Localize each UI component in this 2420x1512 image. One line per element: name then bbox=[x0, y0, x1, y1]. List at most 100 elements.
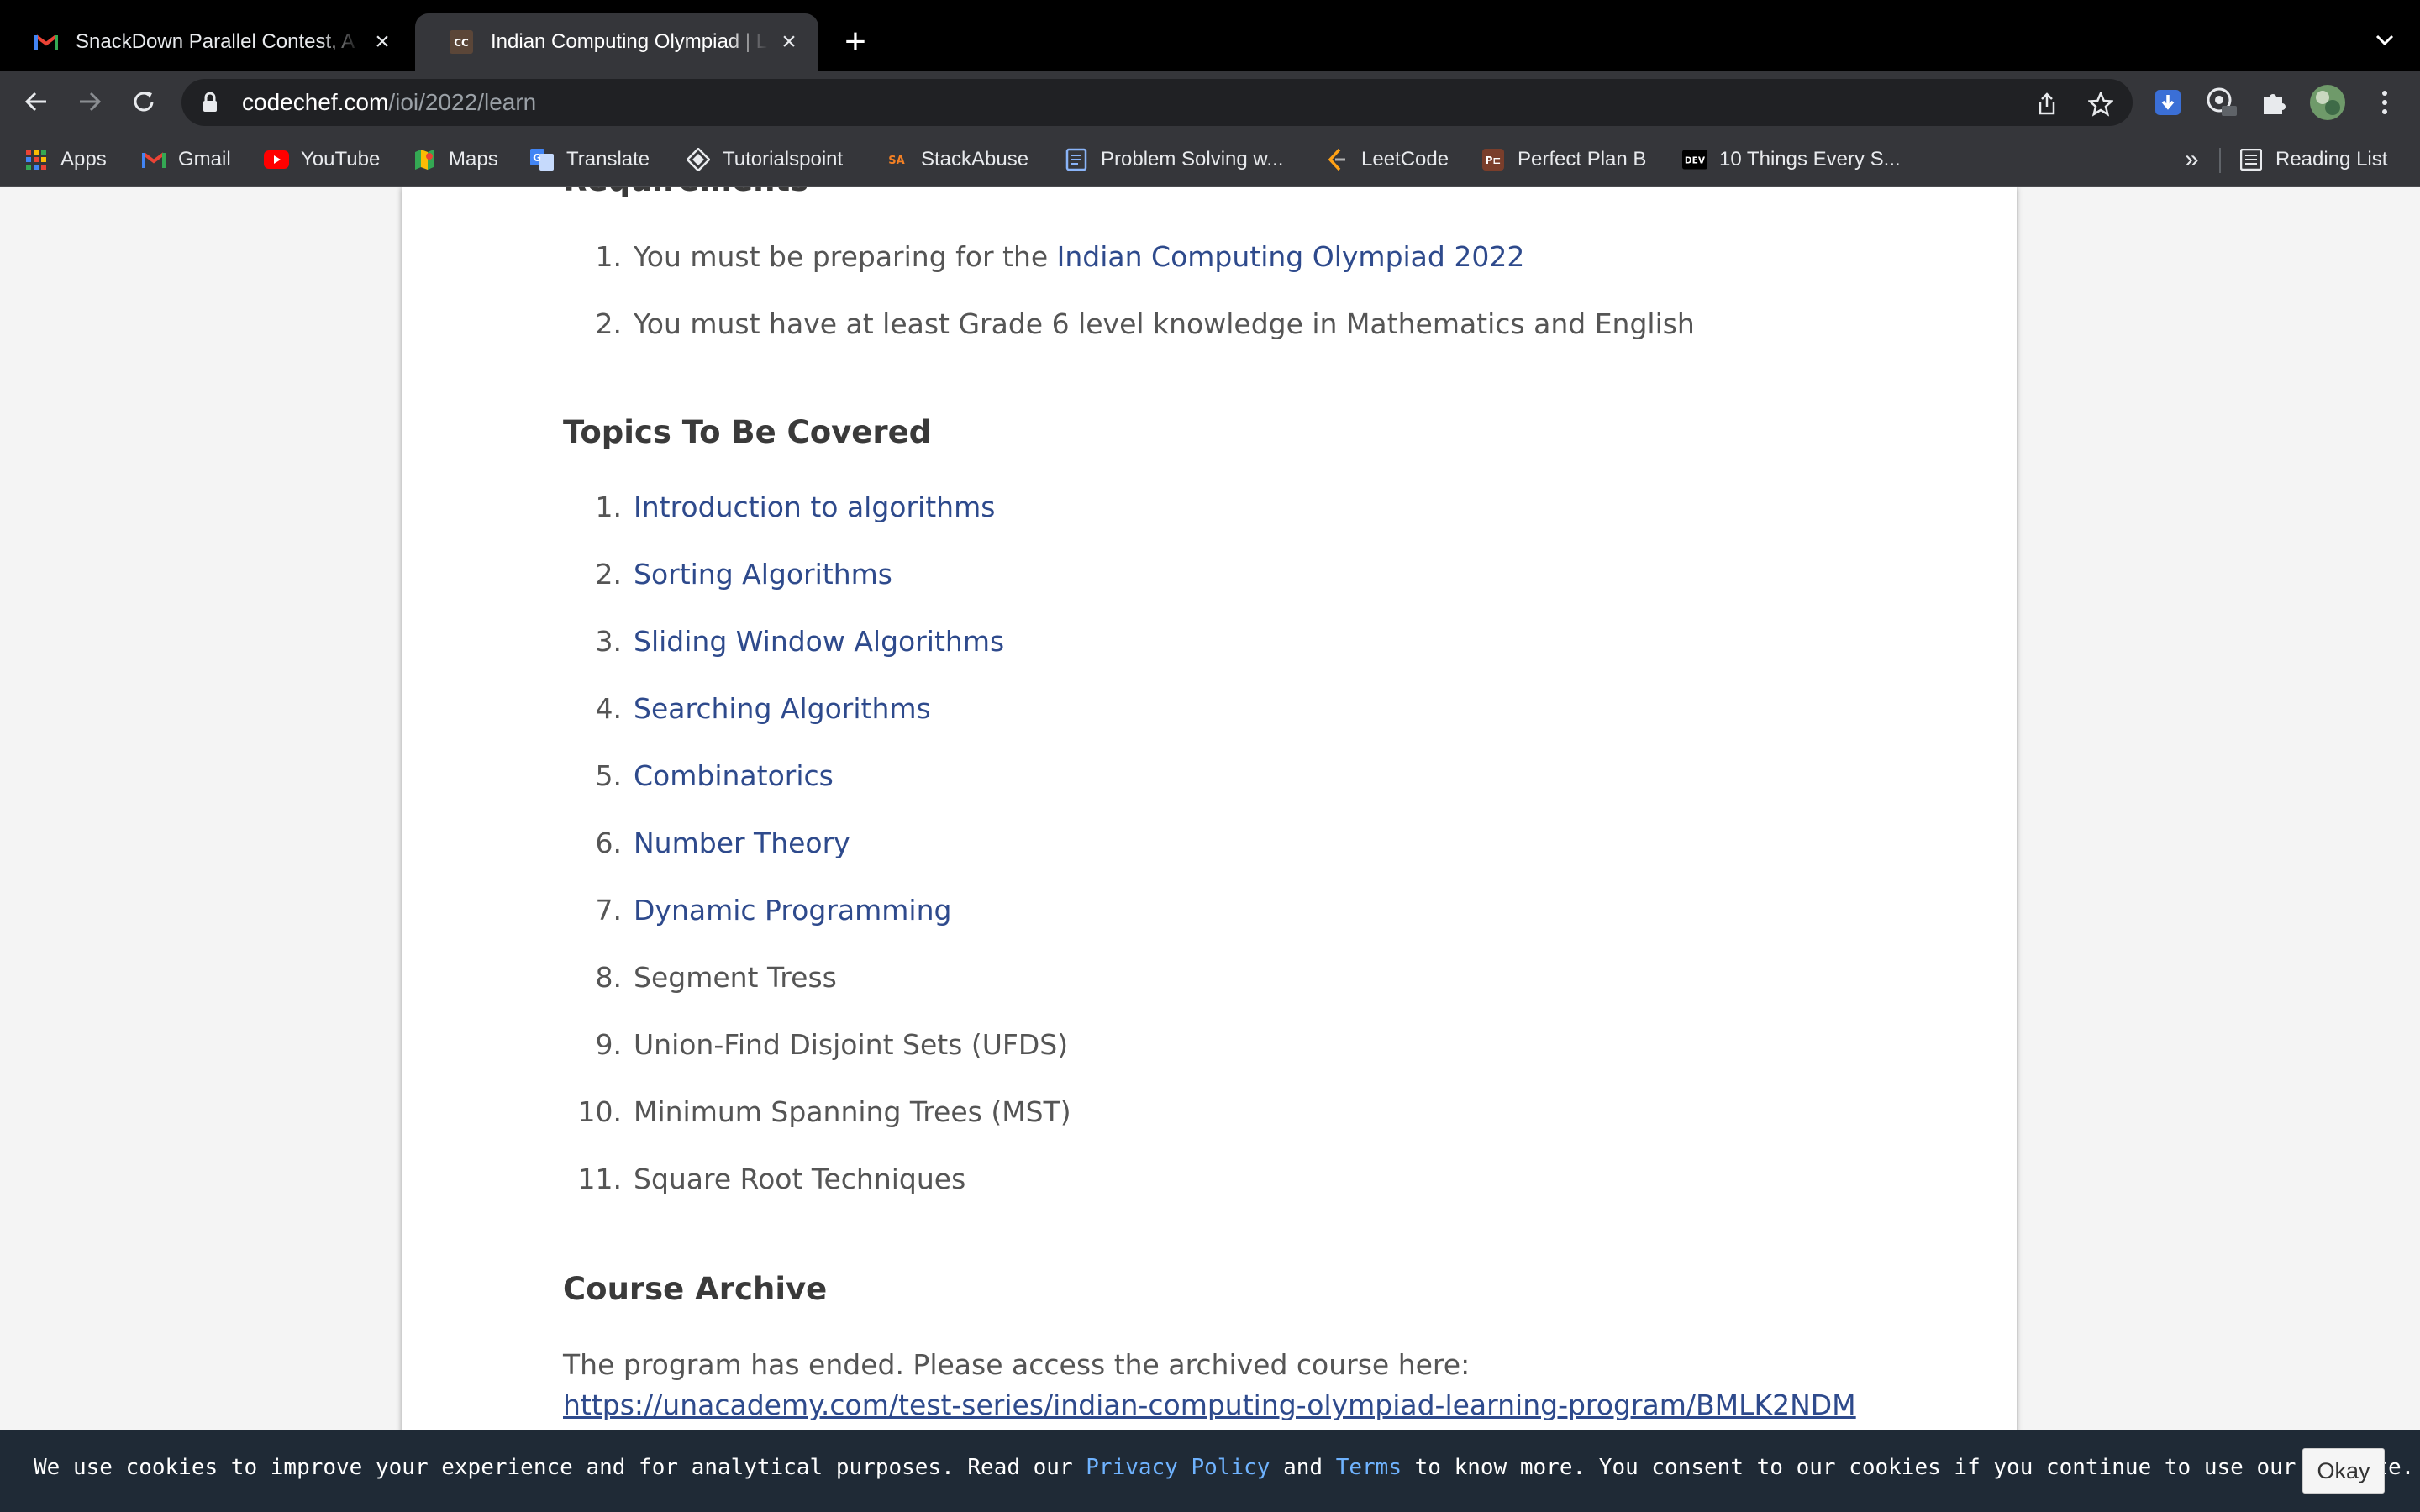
share-icon[interactable] bbox=[2030, 87, 2064, 121]
download-extension-icon[interactable] bbox=[2149, 84, 2186, 121]
bookmark-tutorialspoint[interactable]: Tutorialspoint bbox=[686, 141, 843, 178]
avatar[interactable] bbox=[2309, 84, 2346, 121]
topic-link[interactable]: Searching Algorithms bbox=[634, 692, 931, 725]
bookmark-label: StackAbuse bbox=[921, 148, 1029, 171]
bookmark-label: Translate bbox=[566, 148, 650, 171]
bookmarks-overflow-button[interactable]: » bbox=[2185, 141, 2199, 178]
archive-link[interactable]: https://unacademy.com/test-series/indian… bbox=[563, 1389, 1856, 1421]
bookmark-label: 10 Things Every S... bbox=[1719, 148, 1901, 171]
bookmark-stackabuse[interactable]: SA StackAbuse bbox=[884, 141, 1028, 178]
tutorialspoint-icon bbox=[686, 147, 711, 172]
codechef-icon: CC bbox=[449, 29, 474, 55]
topic-link[interactable]: Combinatorics bbox=[634, 759, 834, 792]
cookie-banner: We use cookies to improve your experienc… bbox=[0, 1430, 2420, 1512]
back-icon[interactable] bbox=[17, 82, 55, 121]
topic-number: 6. bbox=[595, 827, 623, 859]
topic-number: 3. bbox=[595, 625, 623, 658]
topic-number: 11. bbox=[577, 1163, 622, 1195]
tab-strip: SnackDown Parallel Contest, A × CC India… bbox=[0, 0, 2420, 71]
star-icon[interactable] bbox=[2084, 87, 2118, 121]
topic-item: 5. Combinatorics bbox=[563, 755, 834, 797]
topic-item: 7. Dynamic Programming bbox=[563, 890, 952, 932]
bookmark-label: Gmail bbox=[178, 148, 231, 171]
topic-item: 9. Union-Find Disjoint Sets (UFDS) bbox=[563, 1024, 1069, 1066]
bookmark-perfect-plan-b[interactable]: P⊏ Perfect Plan B bbox=[1481, 141, 1646, 178]
topic-link[interactable]: Sorting Algorithms bbox=[634, 558, 892, 591]
topic-number: 4. bbox=[595, 692, 623, 725]
bookmark-divider bbox=[2219, 148, 2221, 173]
topic-label: Minimum Spanning Trees (MST) bbox=[634, 1095, 1071, 1128]
topic-number: 10. bbox=[577, 1095, 622, 1128]
close-tab-icon[interactable]: × bbox=[370, 28, 395, 55]
topics-heading: Topics To Be Covered bbox=[563, 414, 932, 450]
bookmark-label: Maps bbox=[449, 148, 498, 171]
reload-icon[interactable] bbox=[124, 82, 163, 121]
topic-item: 11. Square Root Techniques bbox=[563, 1158, 966, 1200]
bookmark-maps[interactable]: Maps bbox=[412, 141, 498, 178]
gmail-icon bbox=[34, 29, 59, 55]
topic-item: 4. Searching Algorithms bbox=[563, 688, 931, 730]
topic-number: 2. bbox=[595, 558, 623, 591]
topic-link[interactable]: Number Theory bbox=[634, 827, 850, 859]
reading-list-button[interactable]: Reading List bbox=[2238, 141, 2387, 178]
privacy-policy-link[interactable]: Privacy Policy bbox=[1086, 1455, 1270, 1480]
youtube-icon bbox=[264, 147, 289, 172]
new-tab-button[interactable]: + bbox=[837, 20, 874, 64]
reading-list-icon bbox=[2238, 147, 2264, 172]
bookmark-apps[interactable]: Apps bbox=[24, 141, 107, 178]
topic-label: Union-Find Disjoint Sets (UFDS) bbox=[634, 1028, 1069, 1061]
apps-grid-icon bbox=[24, 147, 49, 172]
url-text: codechef.com/ioi/2022/learn bbox=[242, 89, 536, 116]
tab-snackdown[interactable]: SnackDown Parallel Contest, A × bbox=[0, 13, 412, 71]
forward-icon[interactable] bbox=[71, 82, 109, 121]
course-archive-heading: Course Archive bbox=[563, 1271, 828, 1307]
more-menu-icon[interactable] bbox=[2366, 84, 2403, 121]
url-host: codechef.com bbox=[242, 89, 389, 115]
bookmark-label: YouTube bbox=[301, 148, 381, 171]
topic-link[interactable]: Sliding Window Algorithms bbox=[634, 625, 1004, 658]
topic-item: 2. Sorting Algorithms bbox=[563, 554, 892, 596]
page-viewport: Requirements 1.You must be preparing for… bbox=[0, 187, 2420, 1512]
cookie-okay-button[interactable]: Okay bbox=[2302, 1448, 2385, 1494]
bookmark-label: Apps bbox=[60, 148, 107, 171]
topic-item: 8. Segment Tress bbox=[563, 957, 837, 999]
maps-icon bbox=[412, 147, 437, 172]
chevron-down-icon[interactable] bbox=[2368, 24, 2402, 57]
close-tab-icon[interactable]: × bbox=[776, 28, 802, 55]
topic-label: Segment Tress bbox=[634, 961, 837, 994]
requirements-heading: Requirements bbox=[563, 187, 808, 198]
topic-link[interactable]: Introduction to algorithms bbox=[634, 491, 995, 523]
archive-paragraph: The program has ended. Please access the… bbox=[563, 1348, 1856, 1421]
ico-2022-link[interactable]: Indian Computing Olympiad 2022 bbox=[1057, 240, 1525, 273]
topic-item: 3. Sliding Window Algorithms bbox=[563, 621, 1005, 663]
svg-text:DEV: DEV bbox=[1685, 155, 1706, 165]
tab-title: Indian Computing Olympiad | L bbox=[491, 30, 768, 53]
perfectplanb-icon: P⊏ bbox=[1481, 147, 1506, 172]
topic-item: 10. Minimum Spanning Trees (MST) bbox=[563, 1091, 1071, 1133]
bookmark-label: LeetCode bbox=[1361, 148, 1449, 171]
dev-icon: DEV bbox=[1682, 147, 1707, 172]
reading-list-label: Reading List bbox=[2275, 148, 2388, 171]
list-item: 1. You must be preparing for the Indian C… bbox=[595, 240, 1525, 273]
lock-icon[interactable] bbox=[202, 91, 225, 114]
terms-link[interactable]: Terms bbox=[1336, 1455, 1402, 1480]
bookmark-leetcode[interactable]: LeetCode bbox=[1324, 141, 1449, 178]
topic-link[interactable]: Dynamic Programming bbox=[634, 894, 951, 927]
topic-number: 1. bbox=[595, 491, 623, 523]
bookmark-dev[interactable]: DEV 10 Things Every S... bbox=[1682, 141, 1901, 178]
topic-number: 5. bbox=[595, 759, 623, 792]
svg-text:CC: CC bbox=[454, 37, 469, 49]
bookmark-youtube[interactable]: YouTube bbox=[264, 141, 380, 178]
gmail-icon bbox=[141, 147, 166, 172]
tab-codechef[interactable]: CC Indian Computing Olympiad | L × bbox=[415, 13, 818, 71]
bookmark-gmail[interactable]: Gmail bbox=[141, 141, 231, 178]
cookie-message: We use cookies to improve your experienc… bbox=[34, 1455, 2415, 1480]
tab-title: SnackDown Parallel Contest, A bbox=[76, 30, 355, 53]
stackabuse-icon: SA bbox=[884, 147, 909, 172]
extension-badge-icon[interactable] bbox=[2203, 84, 2240, 121]
puzzle-icon[interactable] bbox=[2255, 84, 2292, 121]
list-item: 2. You must have at least Grade 6 level k… bbox=[595, 307, 1695, 340]
bookmark-problem-solving[interactable]: Problem Solving w... bbox=[1064, 141, 1283, 178]
bookmark-translate[interactable]: G Translate bbox=[529, 141, 650, 178]
address-bar[interactable]: codechef.com/ioi/2022/learn bbox=[182, 79, 2133, 126]
